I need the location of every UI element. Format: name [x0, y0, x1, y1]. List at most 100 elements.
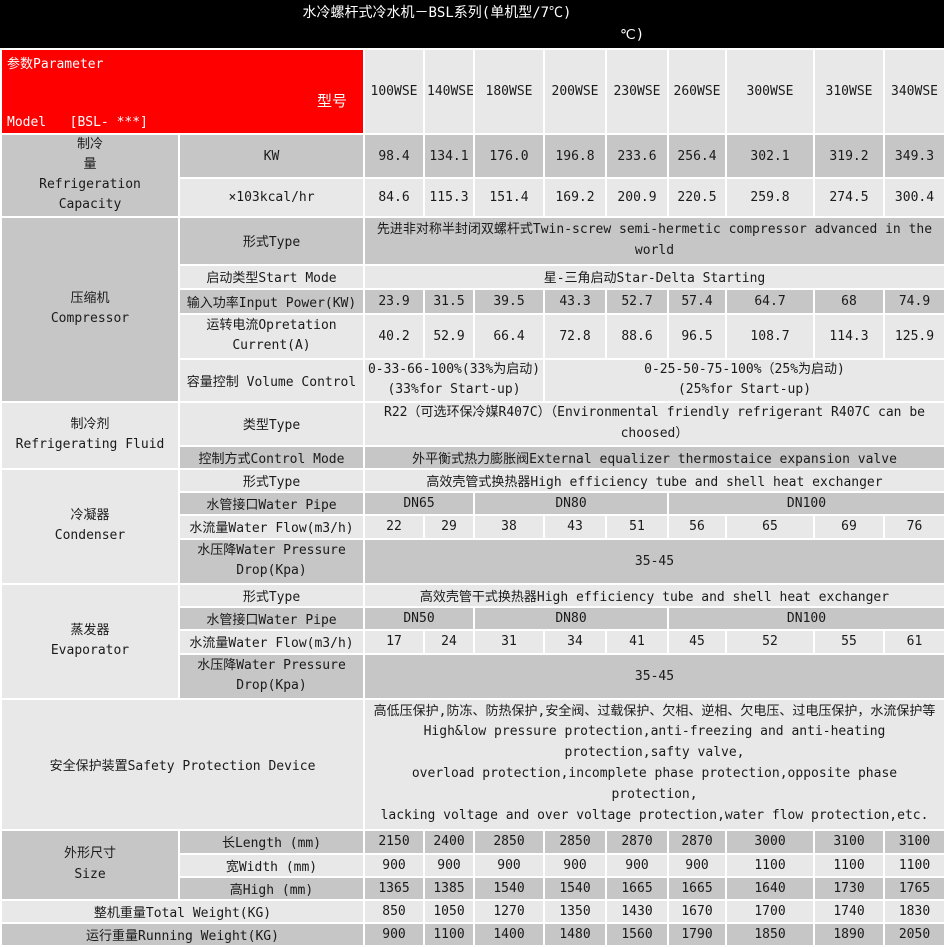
value-cell: 43	[544, 515, 606, 539]
parameter-label: 参数Parameter	[7, 53, 103, 72]
row-label-kw: KW	[179, 134, 364, 178]
model-column-header: 100WSE	[364, 49, 424, 134]
row-label-refrigerant-type: 类型Type	[179, 402, 364, 446]
row-label-compressor-type: 形式Type	[179, 217, 364, 265]
row-label-high: 高High (mm)	[179, 877, 364, 900]
row-label-input-power: 输入功率Input Power(KW)	[179, 289, 364, 314]
model-label-cn: 型号	[317, 90, 347, 111]
value-cell: 319.2	[814, 134, 884, 178]
value-cell-dn65: DN65	[364, 492, 474, 515]
spec-text-volume-control-right: 0-25-50-75-100%（25%为启动) (25%for Start-up…	[544, 359, 944, 402]
value-cell-dn80: DN80	[474, 607, 668, 630]
row-label-total-weight: 整机重量Total Weight(KG)	[1, 900, 364, 923]
value-cell: 31.5	[424, 289, 474, 314]
value-cell: 43.3	[544, 289, 606, 314]
value-cell: 84.6	[364, 178, 424, 216]
value-cell: 24	[424, 630, 474, 654]
row-label-safety: 安全保护装置Safety Protection Device	[1, 699, 364, 830]
spec-text-condenser-drop: 35-45	[364, 539, 944, 584]
row-label-condenser-pipe: 水管接口Water Pipe	[179, 492, 364, 515]
value-cell: 900	[668, 854, 726, 877]
value-cell: 3100	[814, 830, 884, 854]
value-cell: 256.4	[668, 134, 726, 178]
model-column-header: 230WSE	[606, 49, 668, 134]
value-cell: 1665	[606, 877, 668, 900]
condenser-type-row: 冷凝器 Condenser 形式Type 高效壳管式换热器High effici…	[1, 469, 944, 492]
value-cell: 1640	[726, 877, 814, 900]
row-label-condenser-type: 形式Type	[179, 469, 364, 492]
running-weight-row: 运行重量Running Weight(KG) 90011001400148015…	[1, 923, 944, 946]
value-cell: 1665	[668, 877, 726, 900]
value-cell: 55	[814, 630, 884, 654]
value-cell: 125.9	[884, 314, 944, 359]
value-cell: 76	[884, 515, 944, 539]
value-cell: 1765	[884, 877, 944, 900]
value-cell: 52.9	[424, 314, 474, 359]
capacity-kw-row: 制冷 量 Refrigeration Capacity KW 98.4134.1…	[1, 134, 944, 178]
value-cell: 151.4	[474, 178, 544, 216]
refrigerant-type-row: 制冷剂 Refrigerating Fluid 类型Type R22（可选环保冷…	[1, 402, 944, 446]
row-label-running-weight: 运行重量Running Weight(KG)	[1, 923, 364, 946]
value-cell: 1850	[726, 923, 814, 946]
value-cell: 259.8	[726, 178, 814, 216]
value-cell: 74.9	[884, 289, 944, 314]
value-cell: 274.5	[814, 178, 884, 216]
section-label-condenser: 冷凝器 Condenser	[1, 469, 179, 584]
value-cell: 68	[814, 289, 884, 314]
spec-table: 参数Parameter 型号 Model [BSL- ***] 100WSE 14…	[0, 48, 944, 947]
page-title-continuation: ℃)	[0, 26, 944, 48]
value-cell: 1540	[544, 877, 606, 900]
value-cell: 900	[364, 923, 424, 946]
size-length-row: 外形尺寸 Size 长Length (mm) 21502400285028502…	[1, 830, 944, 854]
value-cell: 3100	[884, 830, 944, 854]
value-cell: 96.5	[668, 314, 726, 359]
value-cell: 1480	[544, 923, 606, 946]
value-cell: 65	[726, 515, 814, 539]
value-cell: 200.9	[606, 178, 668, 216]
value-cell: 134.1	[424, 134, 474, 178]
parameter-model-corner-cell: 参数Parameter 型号 Model [BSL- ***]	[1, 49, 364, 134]
value-cell: 2850	[474, 830, 544, 854]
value-cell: 300.4	[884, 178, 944, 216]
spec-text-condenser-type: 高效壳管式换热器High efficiency tube and shell h…	[364, 469, 944, 492]
value-cell: 349.3	[884, 134, 944, 178]
spec-text-start-mode: 星-三角启动Star-Delta Starting	[364, 265, 944, 289]
value-cell: 51	[606, 515, 668, 539]
value-cell-dn100: DN100	[668, 607, 944, 630]
model-column-header: 310WSE	[814, 49, 884, 134]
row-label-evaporator-drop: 水压降Water Pressure Drop(Kpa)	[179, 654, 364, 699]
value-cell: 17	[364, 630, 424, 654]
value-cell: 2870	[606, 830, 668, 854]
model-column-header: 260WSE	[668, 49, 726, 134]
value-cell-dn80: DN80	[474, 492, 668, 515]
section-label-size: 外形尺寸 Size	[1, 830, 179, 900]
model-column-header: 340WSE	[884, 49, 944, 134]
safety-row: 安全保护装置Safety Protection Device 高低压保护,防冻、…	[1, 699, 944, 830]
section-label-refrigerant: 制冷剂 Refrigerating Fluid	[1, 402, 179, 469]
value-cell: 850	[364, 900, 424, 923]
value-cell: 169.2	[544, 178, 606, 216]
value-cell: 2870	[668, 830, 726, 854]
spec-text-refrigerant-type: R22（可选环保冷媒R407C）（Environmental friendly …	[364, 402, 944, 446]
model-label-en: Model [BSL- ***]	[7, 115, 148, 130]
row-label-evaporator-pipe: 水管接口Water Pipe	[179, 607, 364, 630]
value-cell: 233.6	[606, 134, 668, 178]
value-cell: 38	[474, 515, 544, 539]
value-cell: 1890	[814, 923, 884, 946]
row-label-condenser-flow: 水流量Water Flow(m3/h)	[179, 515, 364, 539]
value-cell: 41	[606, 630, 668, 654]
value-cell: 900	[364, 854, 424, 877]
value-cell: 52.7	[606, 289, 668, 314]
row-label-evaporator-flow: 水流量Water Flow(m3/h)	[179, 630, 364, 654]
value-cell: 72.8	[544, 314, 606, 359]
model-column-header: 180WSE	[474, 49, 544, 134]
value-cell: 176.0	[474, 134, 544, 178]
value-cell: 40.2	[364, 314, 424, 359]
row-label-start-mode: 启动类型Start Mode	[179, 265, 364, 289]
section-label-capacity: 制冷 量 Refrigeration Capacity	[1, 134, 179, 217]
value-cell: 1540	[474, 877, 544, 900]
value-cell: 900	[544, 854, 606, 877]
row-label-length: 长Length (mm)	[179, 830, 364, 854]
model-column-header: 200WSE	[544, 49, 606, 134]
row-label-operation-current: 运转电流Opretation Current(A)	[179, 314, 364, 359]
